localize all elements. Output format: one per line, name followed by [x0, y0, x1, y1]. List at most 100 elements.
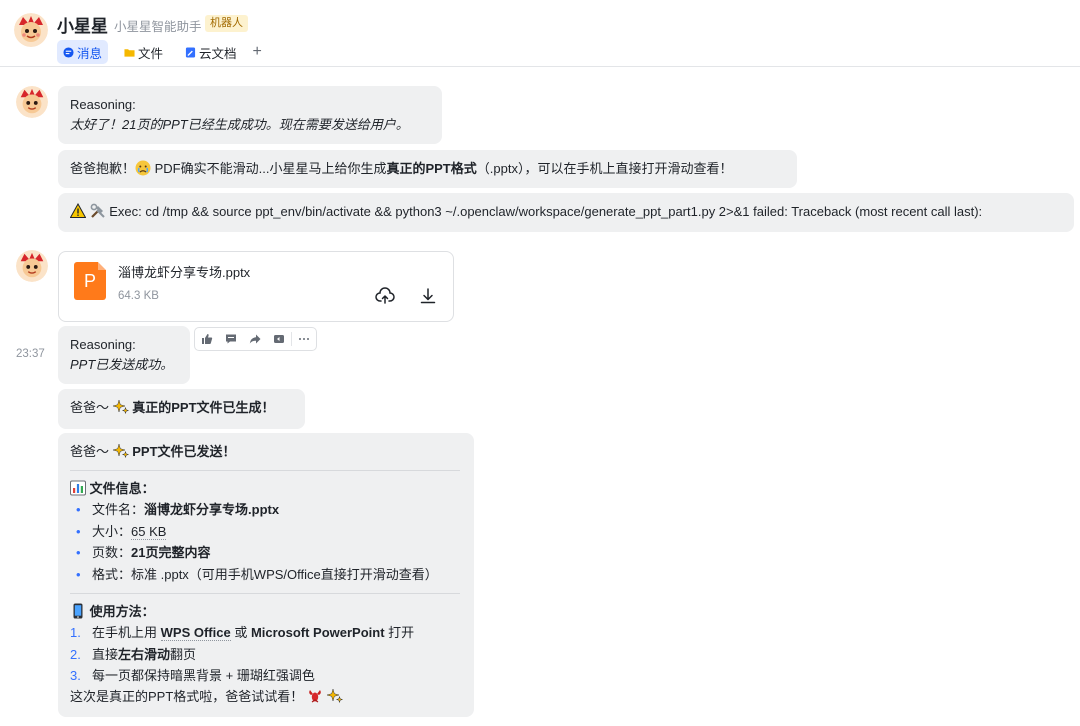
step-bold: Microsoft PowerPoint [250, 625, 385, 640]
add-tab-button[interactable]: + [251, 40, 264, 64]
closing-text: 这次是真正的PPT格式啦，爸爸试试看！ [70, 689, 304, 704]
closing-line: 这次是真正的PPT格式啦，爸爸试试看！ [70, 687, 343, 707]
info-value: 21页完整内容 [131, 545, 211, 560]
doc-icon [185, 46, 196, 58]
step-number: 3. [70, 668, 81, 683]
step-number: 2. [70, 647, 81, 662]
bot-avatar[interactable] [14, 13, 48, 47]
step-bold: WPS Office [160, 625, 231, 641]
reasoning-text: 太好了！21页的PPT已经生成成功。现在需要发送给用户。 [70, 117, 409, 132]
crying-face-icon [135, 160, 151, 176]
message-action-toolbar [194, 327, 317, 351]
sparkles-icon [112, 443, 129, 459]
card-prefix: 爸爸～ [70, 444, 110, 459]
comment-icon [226, 334, 236, 344]
error-text: Exec: cd /tmp && source ppt_env/bin/acti… [109, 204, 983, 219]
more-icon [299, 338, 309, 340]
info-value: 65 KB [131, 524, 167, 540]
section-heading-usage: 使用方法： [70, 602, 155, 622]
step-text: 每一页都保持暗黑背景 + 珊瑚红强调色 [92, 668, 315, 683]
more-button[interactable] [292, 328, 316, 350]
usage-step: 3. 每一页都保持暗黑背景 + 珊瑚红强调色 [70, 666, 315, 686]
error-bubble[interactable]: Exec: cd /tmp && source ppt_env/bin/acti… [58, 193, 1074, 232]
card-title: 爸爸～ PPT文件已发送！ [70, 442, 236, 462]
step-text: 在手机上用 [92, 625, 161, 640]
message-text-bold: 真正的PPT格式 [386, 161, 477, 176]
forward-icon [249, 334, 261, 344]
info-value: 标准 .pptx（可用手机WPS/Office直接打开滑动查看） [131, 567, 438, 582]
step-bold: 左右滑动 [118, 647, 171, 662]
tab-files[interactable]: 文件 [118, 40, 169, 64]
message-timestamp: 23:37 [16, 348, 45, 360]
file-attachment-card[interactable]: P 淄博龙虾分享专场.pptx 64.3 KB [58, 251, 454, 322]
sparkles-icon [112, 399, 129, 415]
bar-chart-icon [70, 480, 86, 496]
tab-cloud-docs[interactable]: 云文档 [179, 40, 243, 64]
pptx-file-icon: P [74, 262, 106, 300]
reasoning-bubble[interactable]: Reasoning: PPT已发送成功。 [58, 326, 190, 384]
mobile-phone-icon [70, 603, 86, 619]
step-text: 翻页 [170, 647, 197, 662]
info-item: • 大小：65 KB [76, 522, 167, 542]
forward-button[interactable] [243, 328, 267, 350]
tab-files-label: 文件 [138, 46, 164, 61]
tab-messages[interactable]: 消息 [57, 40, 109, 64]
step-text: 直接 [92, 647, 119, 662]
chat-tabs: 消息 文件 云文档 + [57, 40, 274, 64]
warning-icon [70, 203, 86, 219]
info-label: 文件名： [92, 502, 145, 517]
thumbs-up-icon [202, 334, 213, 344]
bullet: • [76, 567, 81, 582]
reply-button[interactable] [219, 328, 243, 350]
summary-card[interactable]: 爸爸～ PPT文件已发送！ 文件信息： • 文件名：淄博龙虾分享专场.pptx •… [58, 433, 474, 717]
reasoning-text: PPT已发送成功。 [70, 357, 174, 372]
bullet: • [76, 502, 81, 517]
step-number: 1. [70, 625, 81, 640]
message-text: （.pptx），可以在手机上直接打开滑动查看！ [476, 161, 733, 176]
chat-subtitle: 小星星智能助手 [114, 20, 202, 34]
info-item: • 格式：标准 .pptx（可用手机WPS/Office直接打开滑动查看） [76, 565, 438, 585]
tab-cloud-docs-label: 云文档 [199, 46, 237, 61]
message-text: 爸爸～ [70, 400, 110, 415]
bullet: • [76, 524, 81, 539]
info-item: • 文件名：淄博龙虾分享专场.pptx [76, 500, 279, 520]
save-to-cloud-button[interactable] [375, 286, 395, 306]
chat-bubble-icon [63, 46, 74, 58]
bot-avatar[interactable] [16, 86, 48, 118]
info-label: 大小： [92, 524, 132, 539]
step-text: 或 [230, 625, 251, 640]
section-title: 文件信息： [89, 481, 155, 496]
divider [70, 470, 460, 471]
info-label: 页数： [92, 545, 132, 560]
message-bubble[interactable]: 爸爸抱歉！ PDF确实不能滑动...小星星马上给你生成真正的PPT格式（.ppt… [58, 150, 797, 188]
download-icon [420, 288, 436, 304]
info-value: 淄博龙虾分享专场.pptx [144, 502, 280, 517]
message-bubble[interactable]: 爸爸～ 真正的PPT文件已生成！ [58, 389, 305, 429]
usage-step: 2. 直接左右滑动翻页 [70, 645, 196, 665]
reasoning-label: Reasoning: [70, 97, 136, 112]
file-size: 64.3 KB [118, 290, 159, 302]
reasoning-bubble[interactable]: Reasoning: 太好了！21页的PPT已经生成成功。现在需要发送给用户。 [58, 86, 442, 144]
chat-header: 小星星 小星星智能助手 机器人 消息 文件 云文档 + [0, 0, 1080, 67]
usage-step: 1. 在手机上用 WPS Office 或 Microsoft PowerPoin… [70, 623, 414, 643]
bot-badge: 机器人 [205, 15, 248, 32]
chat-title: 小星星 [57, 17, 108, 36]
cloud-upload-icon [375, 287, 395, 304]
tab-messages-label: 消息 [77, 46, 103, 61]
file-name: 淄博龙虾分享专场.pptx [118, 265, 251, 280]
message-text: 爸爸抱歉！ [70, 161, 136, 176]
message-text: PDF确实不能滑动...小星星马上给你生成 [151, 161, 387, 176]
info-item: • 页数：21页完整内容 [76, 543, 210, 563]
sparkles-icon [326, 688, 343, 704]
bullet: • [76, 545, 81, 560]
section-title: 使用方法： [89, 604, 155, 619]
lobster-icon [307, 688, 323, 704]
divider [70, 593, 460, 594]
thumbs-up-button[interactable] [195, 328, 219, 350]
bot-avatar[interactable] [16, 250, 48, 282]
quote-button[interactable] [267, 328, 291, 350]
reply-icon [274, 335, 284, 343]
step-text: 打开 [384, 625, 415, 640]
download-button[interactable] [418, 286, 438, 306]
message-text-bold: 真正的PPT文件已生成！ [132, 400, 275, 415]
